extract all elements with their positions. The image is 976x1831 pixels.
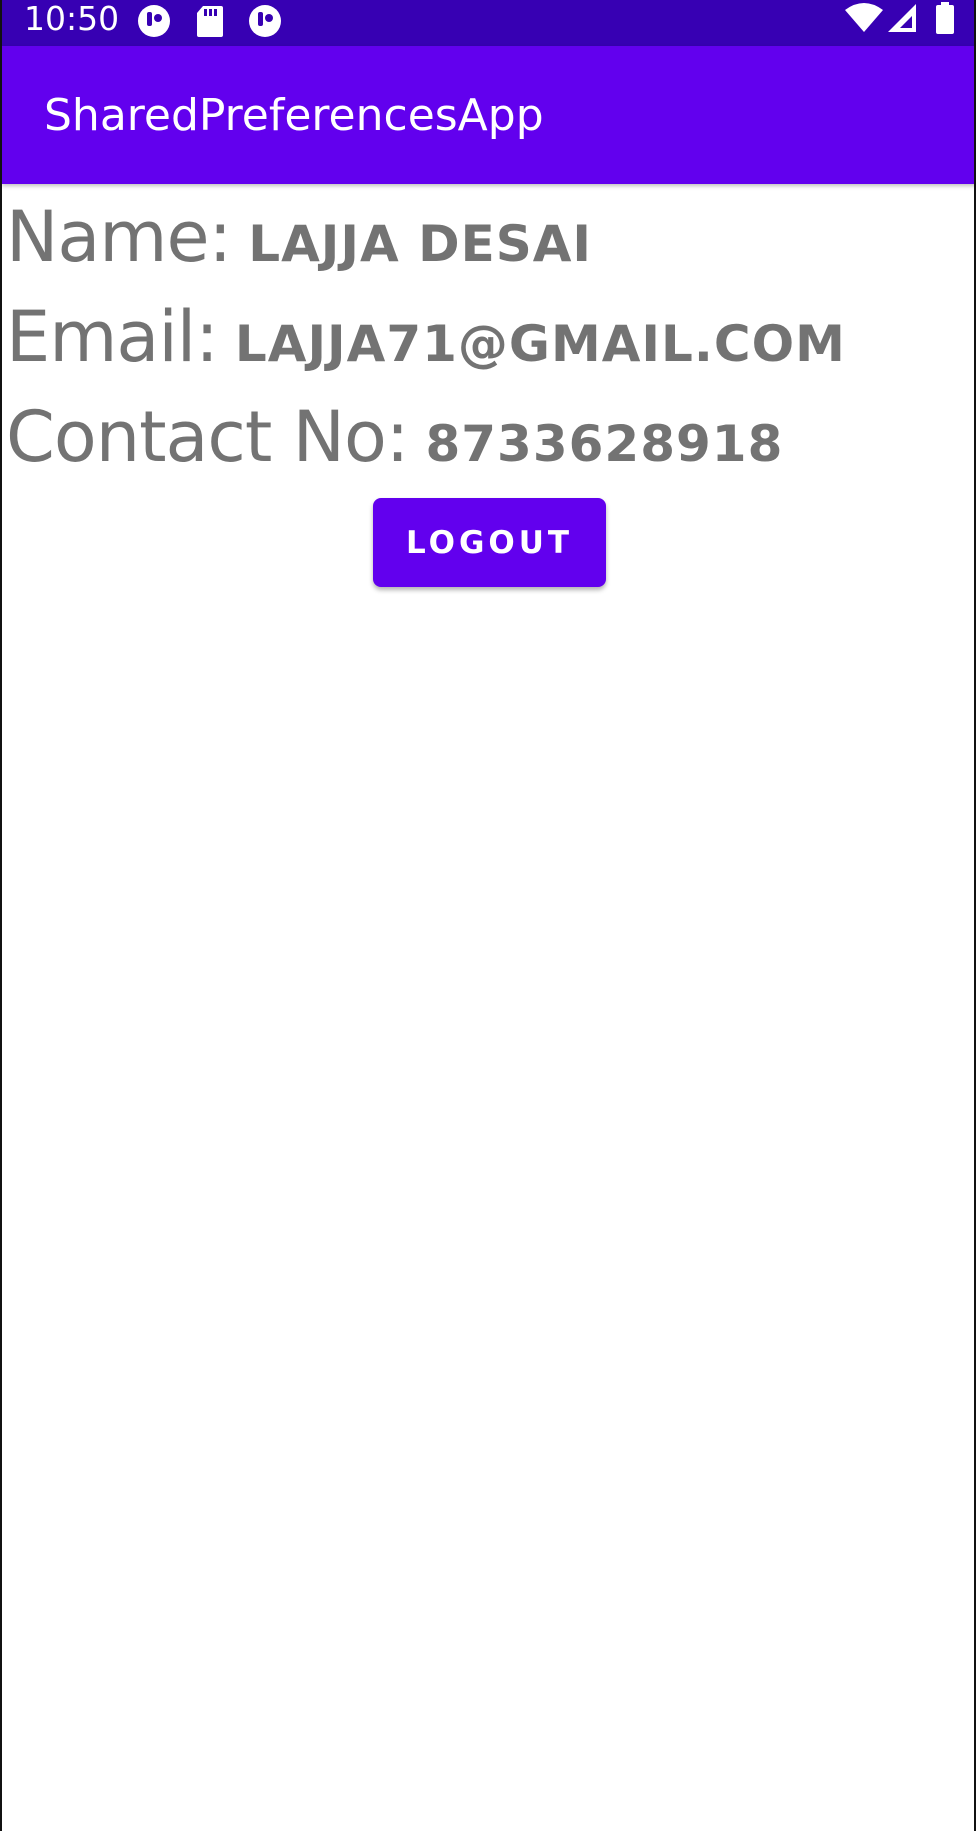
status-bar: 10:50 xyxy=(2,0,974,46)
app-screen: 10:50 SharedPreferencesApp Name: LAJJA D… xyxy=(0,0,976,1831)
contact-label: Contact No: xyxy=(6,396,409,478)
email-label: Email: xyxy=(6,296,219,378)
logout-button[interactable]: LOGOUT xyxy=(373,498,606,587)
sd-card-icon xyxy=(194,3,226,43)
notification-icon xyxy=(136,3,172,43)
notification-icon xyxy=(247,3,283,43)
wifi-icon xyxy=(844,2,884,38)
contact-value: 8733628918 xyxy=(425,415,784,473)
email-value: LAJJA71@GMAIL.COM xyxy=(234,315,846,373)
email-row: Email: LAJJA71@GMAIL.COM xyxy=(6,296,846,378)
name-value: LAJJA DESAI xyxy=(248,215,593,273)
app-title: SharedPreferencesApp xyxy=(44,90,544,141)
name-row: Name: LAJJA DESAI xyxy=(6,196,592,278)
contact-row: Contact No: 8733628918 xyxy=(6,396,783,478)
status-time: 10:50 xyxy=(24,0,120,38)
name-label: Name: xyxy=(6,196,232,278)
app-bar: SharedPreferencesApp xyxy=(2,46,974,184)
battery-icon xyxy=(935,2,955,38)
signal-icon xyxy=(886,2,918,38)
